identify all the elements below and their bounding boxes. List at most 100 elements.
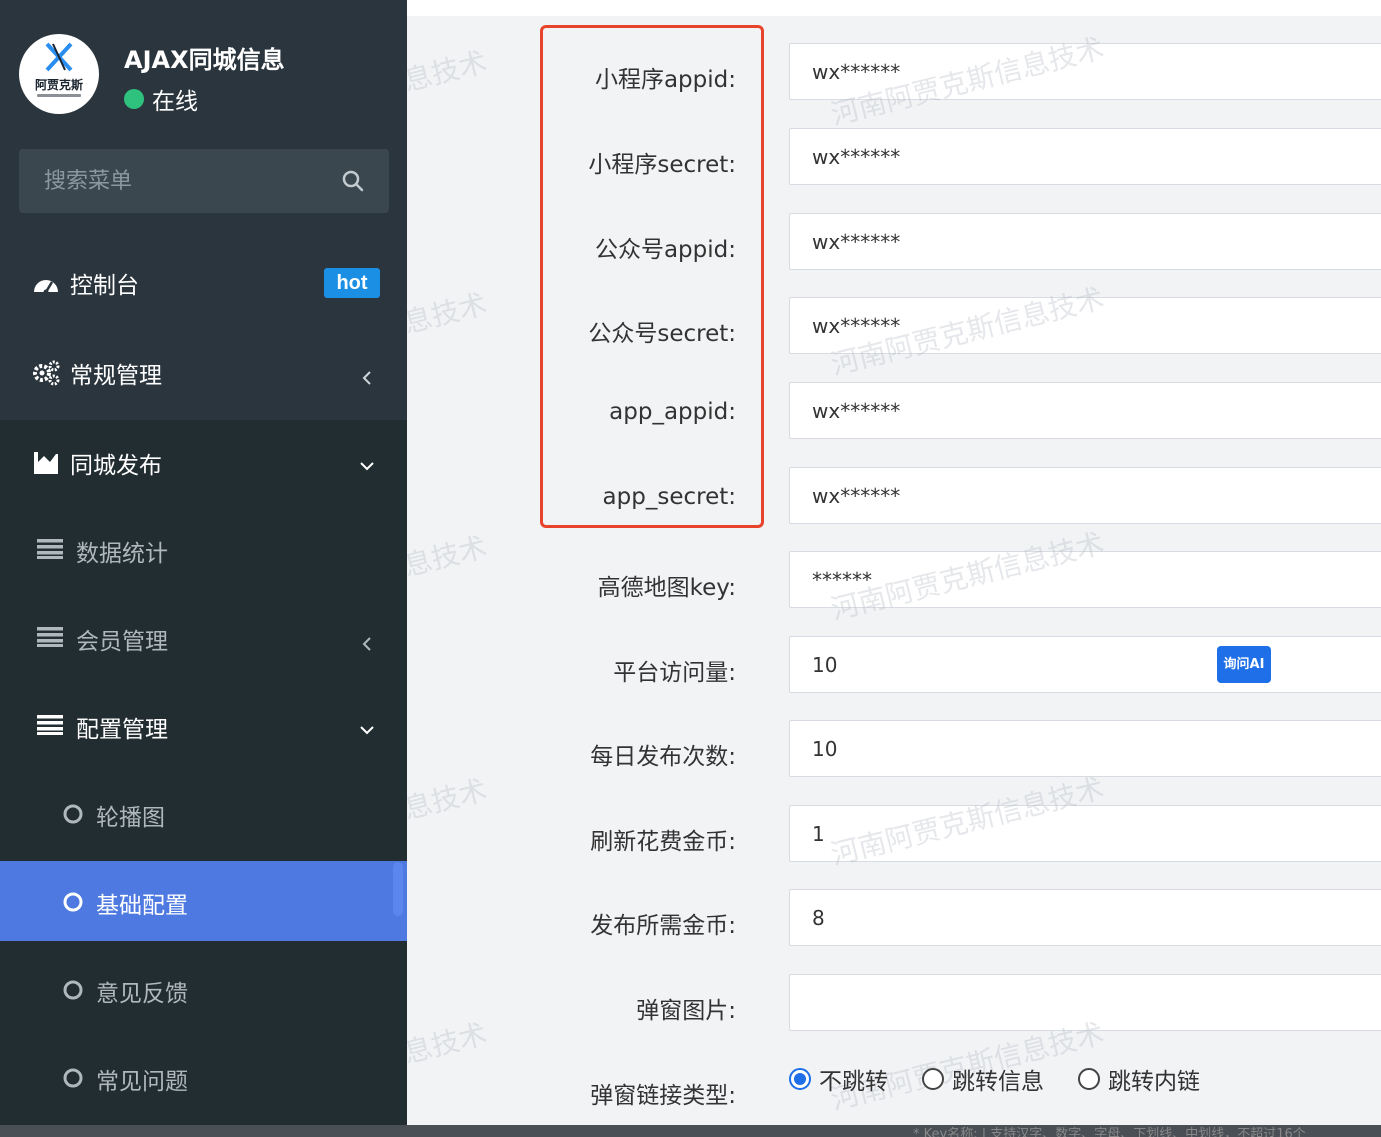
refresh-coins-field [789, 805, 1381, 862]
bottom-hint: * Key名称: | 支持汉字、数字、字母、下划线、中划线，不超过16个 [913, 1127, 1306, 1137]
amap-key-input[interactable] [790, 552, 1381, 607]
publish-coins-input[interactable] [790, 890, 1381, 945]
amap-key-field [789, 551, 1381, 608]
radio-redirect-internal[interactable]: 跳转内链 [1078, 1062, 1200, 1096]
visits-field [789, 636, 1381, 693]
area-chart-icon [34, 452, 58, 474]
circle-icon [63, 804, 83, 824]
sidebar-item-basic-config[interactable]: 基础配置 [0, 882, 407, 922]
radio-label: 跳转信息 [952, 1069, 1044, 1095]
circle-icon [63, 980, 83, 1000]
mp-secret-field [789, 297, 1381, 354]
sidebar-item-feedback[interactable]: 意见反馈 [0, 970, 407, 1010]
field-label: 每日发布次数: [590, 744, 736, 770]
sidebar-item-label: 基础配置 [96, 893, 188, 919]
field-label: app_secret: [602, 484, 736, 510]
field-label: 高德地图key: [597, 575, 736, 601]
sidebar-item-label: 会员管理 [76, 629, 168, 655]
sidebar-item-label: 控制台 [70, 273, 139, 299]
status-text: 在线 [152, 89, 198, 115]
radio-group-label: 弹窗链接类型: [590, 1083, 736, 1109]
sidebar-item-members[interactable]: 会员管理 [0, 618, 407, 658]
online-status: 在线 [124, 82, 198, 116]
sidebar-item-config[interactable]: 配置管理 [0, 706, 407, 746]
sidebar-item-label: 常规管理 [70, 363, 162, 389]
field-label: 公众号appid: [594, 237, 736, 263]
field-label: 小程序secret: [588, 152, 736, 178]
popup-image-field [789, 974, 1381, 1031]
chevron-down-icon [360, 726, 374, 735]
sidebar: 阿贾克斯 AJAX同城信息 在线 控制台 hot 常规管理 [0, 0, 407, 1125]
publish-coins-field [789, 889, 1381, 946]
list-icon [37, 539, 63, 559]
sidebar-item-label: 同城发布 [70, 453, 162, 479]
field-label: 弹窗图片: [636, 998, 736, 1024]
watermark: 息技术 [407, 287, 491, 340]
logo-tagline [37, 94, 81, 97]
app-logo: 阿贾克斯 [19, 34, 99, 114]
field-label: 发布所需金币: [590, 913, 736, 939]
radio-label: 不跳转 [819, 1069, 888, 1095]
content-top-strip [407, 0, 1381, 16]
sidebar-item-label: 意见反馈 [96, 981, 188, 1007]
watermark: 息技术 [407, 773, 491, 826]
chevron-down-icon [360, 462, 374, 471]
mini-secret-field [789, 128, 1381, 185]
circle-icon [63, 892, 83, 912]
ask-ai-button[interactable]: 询问AI [1217, 646, 1271, 683]
mini-appid-input[interactable] [790, 44, 1381, 99]
sidebar-item-publish[interactable]: 同城发布 [0, 442, 407, 482]
visits-input[interactable] [790, 637, 1381, 692]
mp-appid-input[interactable] [790, 214, 1381, 269]
sidebar-item-label: 轮播图 [96, 805, 165, 831]
daily-posts-input[interactable] [790, 721, 1381, 776]
radio-label: 跳转内链 [1108, 1069, 1200, 1095]
chevron-left-icon [362, 371, 371, 385]
radio-redirect-info[interactable]: 跳转信息 [922, 1062, 1044, 1096]
popup-image-input[interactable] [790, 975, 1381, 1030]
app-appid-input[interactable] [790, 383, 1381, 438]
sidebar-item-label: 常见问题 [96, 1069, 188, 1095]
radio-unchecked-icon [1078, 1068, 1100, 1090]
radio-checked-icon [789, 1068, 811, 1090]
sidebar-item-label: 数据统计 [76, 541, 168, 567]
popup-link-type: 不跳转 跳转信息 跳转内链 [789, 1062, 1234, 1096]
status-dot-icon [124, 89, 144, 109]
daily-posts-field [789, 720, 1381, 777]
field-label: 平台访问量: [613, 660, 736, 686]
radio-no-redirect[interactable]: 不跳转 [789, 1062, 888, 1096]
app-secret-input[interactable] [790, 468, 1381, 523]
app-title: AJAX同城信息 [124, 46, 285, 74]
list-icon [37, 627, 63, 647]
mini-secret-input[interactable] [790, 129, 1381, 184]
hot-badge: hot [324, 268, 380, 298]
sidebar-item-faq[interactable]: 常见问题 [0, 1058, 407, 1098]
app-secret-field [789, 467, 1381, 524]
sidebar-item-statistics[interactable]: 数据统计 [0, 530, 407, 570]
field-label: 公众号secret: [588, 321, 736, 347]
circle-icon [63, 1068, 83, 1088]
field-label: app_appid: [609, 399, 736, 425]
watermark: 息技术 [407, 45, 491, 98]
logo-mark-icon [45, 42, 73, 72]
chevron-left-icon [362, 637, 371, 651]
gears-icon [33, 360, 60, 386]
dashboard-icon [34, 280, 58, 295]
watermark: 息技术 [407, 530, 491, 583]
highlight-box [540, 25, 764, 528]
field-label: 小程序appid: [594, 67, 736, 93]
mini-appid-field [789, 43, 1381, 100]
search-icon[interactable] [342, 170, 364, 192]
main-content: 息技术 息技术 息技术 息技术 息技术 小程序appid: 小程序secret:… [407, 0, 1381, 1125]
refresh-coins-input[interactable] [790, 806, 1381, 861]
field-label: 刷新花费金币: [590, 829, 736, 855]
menu-search-input[interactable] [19, 149, 329, 213]
list-icon [37, 715, 63, 735]
sidebar-item-general[interactable]: 常规管理 [0, 352, 407, 392]
menu-search [19, 149, 389, 213]
sidebar-item-carousel[interactable]: 轮播图 [0, 794, 407, 834]
mp-secret-input[interactable] [790, 298, 1381, 353]
watermark: 息技术 [407, 1017, 491, 1070]
logo-text: 阿贾克斯 [34, 78, 83, 92]
app-appid-field [789, 382, 1381, 439]
